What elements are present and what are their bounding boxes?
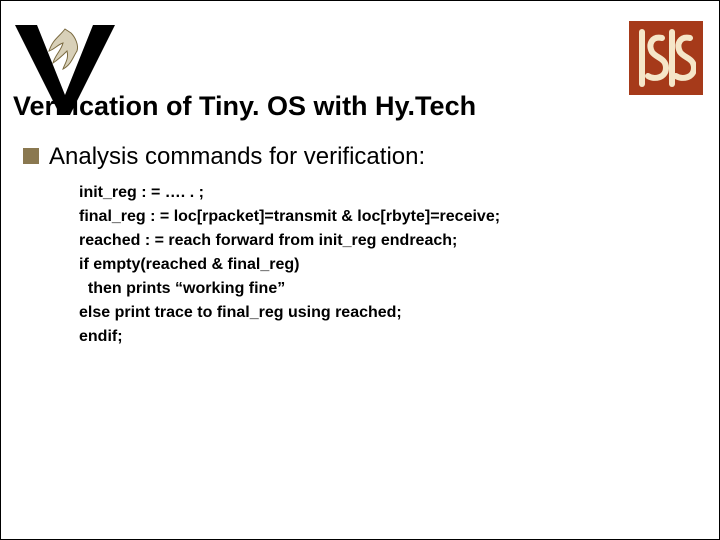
code-line: endif; — [79, 325, 699, 349]
bullet-item: Analysis commands for verification: — [23, 143, 699, 171]
code-line: if empty(reached & final_reg) — [79, 253, 699, 277]
bullet-text: Analysis commands for verification: — [49, 143, 425, 171]
code-line: else print trace to final_reg using reac… — [79, 301, 699, 325]
code-line: init_reg : = …. . ; — [79, 181, 699, 205]
code-block: init_reg : = …. . ; final_reg : = loc[rp… — [79, 181, 699, 349]
code-line: then prints “working fine” — [79, 277, 699, 301]
code-line: reached : = reach forward from init_reg … — [79, 229, 699, 253]
isis-logo-icon — [629, 21, 703, 95]
bullet-square-icon — [23, 148, 39, 164]
slide: Verification of Tiny. OS with Hy.Tech An… — [0, 0, 720, 540]
code-line: final_reg : = loc[rpacket]=transmit & lo… — [79, 205, 699, 229]
slide-title: Verification of Tiny. OS with Hy.Tech — [13, 91, 476, 122]
content-area: Analysis commands for verification: init… — [23, 143, 699, 349]
